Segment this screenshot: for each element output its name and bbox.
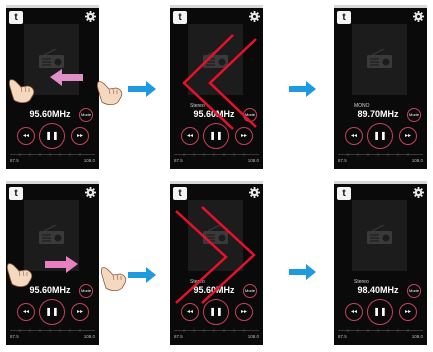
right-arrow-icon (128, 81, 156, 97)
next-icon[interactable]: ▸▸ (71, 303, 89, 321)
mode-button[interactable]: Mode (407, 108, 421, 122)
frequency-scale[interactable] (338, 328, 423, 333)
gear-icon[interactable] (413, 11, 424, 22)
mode-button[interactable]: Mode (79, 284, 93, 298)
hand-pointer-icon (96, 81, 123, 106)
status-bar (6, 181, 99, 184)
status-bar (334, 181, 427, 184)
gear-icon[interactable] (85, 187, 96, 198)
right-arrow-icon (289, 81, 316, 97)
previous-icon[interactable]: ◂◂ (345, 303, 363, 321)
hand-pointer-icon (100, 267, 127, 292)
phone-screen-5: t Stereo 95.60MHz Mode ◂◂ ❚❚ ▸▸ 87.5 108… (170, 181, 263, 345)
gear-icon[interactable] (85, 11, 96, 22)
scale-min-label: 87.5 (338, 158, 347, 163)
right-arrow-icon (128, 267, 156, 283)
next-icon[interactable]: ▸▸ (399, 127, 417, 145)
phone-screen-4: t 95.60MHz Mode ◂◂ ❚❚ ▸▸ 87.5 108.0 (6, 181, 99, 345)
scale-max-label: 108.0 (411, 334, 423, 339)
previous-icon[interactable]: ◂◂ (345, 127, 363, 145)
scale-min-label: 87.5 (338, 334, 347, 339)
previous-icon[interactable]: ◂◂ (17, 303, 35, 321)
back-arrow-icon[interactable]: t (9, 11, 23, 24)
frequency-display: 95.60MHz (29, 285, 71, 295)
frequency-display: 95.60MHz (29, 109, 71, 119)
back-arrow-icon[interactable]: t (9, 187, 23, 200)
pause-icon[interactable]: ❚❚ (39, 299, 65, 325)
mode-button[interactable]: Mode (407, 284, 421, 298)
status-bar (334, 5, 427, 8)
back-arrow-icon[interactable]: t (337, 11, 351, 24)
right-arrow-icon (289, 264, 316, 280)
swipe-right-gesture-overlay (175, 206, 256, 304)
scale-min-label: 87.5 (10, 334, 19, 339)
frequency-scale[interactable] (10, 328, 95, 333)
scale-max-label: 108.0 (83, 158, 95, 163)
mode-button[interactable]: Mode (79, 108, 93, 122)
status-bar (6, 5, 99, 8)
scale-max-label: 108.0 (83, 334, 95, 339)
back-arrow-icon[interactable]: t (337, 187, 351, 200)
frequency-scale[interactable] (10, 152, 95, 157)
pause-icon[interactable]: ❚❚ (367, 299, 393, 325)
scale-min-label: 87.5 (10, 158, 19, 163)
gear-icon[interactable] (413, 187, 424, 198)
radio-icon (367, 49, 392, 68)
next-icon[interactable]: ▸▸ (71, 127, 89, 145)
frequency-display: 89.70MHz (357, 109, 399, 119)
frequency-display: 98.40MHz (357, 285, 399, 295)
radio-icon (39, 49, 64, 68)
radio-icon (39, 225, 64, 244)
pause-icon[interactable]: ❚❚ (39, 123, 65, 149)
phone-screen-6: t Stereo 98.40MHz Mode ◂◂ ❚❚ ▸▸ 87.5 108… (334, 181, 427, 345)
radio-icon (367, 225, 392, 244)
phone-screen-3: t MONO 89.70MHz Mode ◂◂ ❚❚ ▸▸ 87.5 108.0 (334, 5, 427, 169)
frequency-scale[interactable] (338, 152, 423, 157)
swipe-left-gesture-overlay (182, 34, 257, 130)
pause-icon[interactable]: ❚❚ (367, 123, 393, 149)
scale-max-label: 108.0 (411, 158, 423, 163)
phone-screen-2: t Stereo 95.60MHz Mode ◂◂ ❚❚ ▸▸ 87.5 108… (170, 5, 263, 169)
phone-screen-1: t 95.60MHz Mode ◂◂ ❚❚ ▸▸ 87.5 108.0 (6, 5, 99, 169)
next-icon[interactable]: ▸▸ (399, 303, 417, 321)
previous-icon[interactable]: ◂◂ (17, 127, 35, 145)
